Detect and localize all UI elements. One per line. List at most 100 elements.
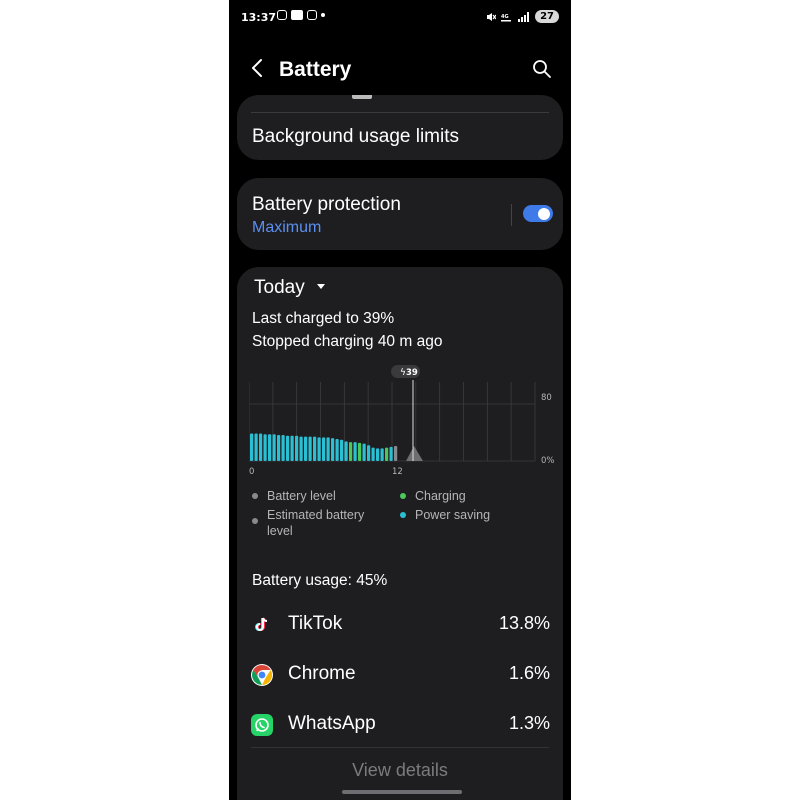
home-indicator[interactable] bbox=[342, 790, 462, 794]
battery-level-bar bbox=[263, 434, 267, 461]
tiktok-icon bbox=[255, 617, 268, 631]
clipped-item-remnant bbox=[352, 95, 372, 99]
battery-level-bar bbox=[268, 434, 272, 461]
battery-protection-label: Battery protection bbox=[252, 194, 401, 215]
current-level-value: 39 bbox=[406, 368, 418, 378]
charging-bar bbox=[349, 442, 353, 461]
ebay-icon bbox=[291, 10, 303, 20]
legend-dot-icon bbox=[252, 518, 258, 524]
app-row-whatsapp[interactable]: WhatsApp 1.3% bbox=[251, 711, 550, 741]
legend-estimated: Estimated battery level bbox=[252, 507, 382, 539]
signal-bars-icon bbox=[518, 11, 530, 22]
legend-dot-icon bbox=[400, 512, 406, 518]
mute-icon bbox=[487, 12, 497, 21]
battery-level-bar bbox=[326, 437, 330, 461]
legend-battery-level: Battery level bbox=[252, 488, 387, 504]
battery-level-bar bbox=[340, 439, 344, 461]
divider bbox=[251, 747, 549, 748]
charging-bar bbox=[358, 442, 362, 461]
app-name: WhatsApp bbox=[288, 713, 376, 734]
battery-level-bar bbox=[380, 448, 384, 461]
chart-bars bbox=[250, 433, 398, 461]
legend-power-saving: Power saving bbox=[400, 507, 535, 523]
legend-charging: Charging bbox=[400, 488, 535, 504]
battery-level-bar bbox=[295, 435, 299, 461]
x-tick-label: 12 bbox=[392, 467, 403, 477]
legend-label: Power saving bbox=[415, 508, 491, 522]
legend-label: Estimated battery level bbox=[267, 508, 365, 538]
estimated-level-marker bbox=[406, 446, 423, 461]
background-usage-limits-label: Background usage limits bbox=[252, 126, 459, 147]
phone-screen: 13:37 4G 27 Battery Background usage lim… bbox=[229, 0, 571, 800]
battery-usage-chart: ϟ 39 80 0% 0 12 bbox=[249, 365, 555, 477]
page-title: Battery bbox=[279, 58, 352, 81]
x-tick-label: 0 bbox=[249, 467, 254, 477]
stopped-charging-text: Stopped charging 40 m ago bbox=[252, 333, 443, 350]
battery-level-bar bbox=[250, 433, 254, 461]
app-percent: 1.6% bbox=[508, 663, 550, 683]
battery-protection-toggle[interactable] bbox=[523, 205, 553, 222]
app-name: Chrome bbox=[288, 663, 356, 684]
signal-4g-icon: 4G bbox=[501, 14, 512, 21]
app-row-tiktok[interactable]: TikTok 13.8% bbox=[251, 611, 550, 641]
battery-usage-title: Battery usage: 45% bbox=[252, 572, 388, 589]
battery-level-bar bbox=[322, 437, 326, 461]
view-details-button[interactable]: View details bbox=[237, 760, 563, 781]
battery-level-bar bbox=[281, 435, 285, 461]
app-row-chrome[interactable]: Chrome 1.6% bbox=[251, 661, 550, 691]
battery-level-bar bbox=[353, 442, 357, 461]
app-percent: 13.8% bbox=[498, 613, 550, 633]
battery-level-bar bbox=[259, 433, 263, 461]
battery-usage-card: Today Last charged to 39% Stopped chargi… bbox=[237, 267, 563, 800]
period-dropdown[interactable]: Today bbox=[254, 277, 305, 299]
battery-level-bar bbox=[286, 435, 290, 461]
notification-icons bbox=[277, 10, 325, 20]
battery-level-bar bbox=[331, 438, 335, 461]
battery-level-bar bbox=[371, 447, 375, 461]
legend-label: Battery level bbox=[267, 489, 336, 503]
y-tick-label: 0% bbox=[541, 456, 555, 466]
battery-level-bar bbox=[290, 435, 294, 461]
back-icon[interactable] bbox=[247, 56, 269, 80]
battery-protection-value: Maximum bbox=[252, 219, 322, 236]
legend-label: Charging bbox=[415, 489, 466, 503]
divider bbox=[251, 112, 549, 113]
battery-level-bar bbox=[335, 438, 339, 461]
toggle-knob bbox=[538, 207, 550, 220]
vertical-divider bbox=[511, 204, 512, 226]
battery-level-bar bbox=[317, 437, 321, 461]
battery-level-bar bbox=[389, 446, 393, 461]
battery-level-bar bbox=[367, 445, 371, 461]
battery-level-bar bbox=[254, 433, 258, 461]
status-bar: 13:37 4G 27 bbox=[229, 0, 571, 36]
battery-protection-card[interactable]: Battery protection Maximum bbox=[237, 178, 563, 250]
background-usage-card[interactable]: Background usage limits bbox=[237, 95, 563, 160]
app-percent: 1.3% bbox=[508, 713, 550, 733]
search-icon[interactable] bbox=[531, 58, 553, 80]
legend-dot-icon bbox=[252, 493, 258, 499]
battery-level-bar bbox=[304, 436, 308, 461]
whatsapp-icon bbox=[251, 714, 273, 736]
battery-level-bar bbox=[344, 441, 348, 461]
battery-level-bar bbox=[362, 443, 366, 461]
battery-level-bar bbox=[299, 436, 303, 461]
battery-level-bar bbox=[277, 435, 281, 461]
charging-bar bbox=[385, 447, 389, 461]
battery-level-bar bbox=[308, 436, 312, 461]
app-name: TikTok bbox=[288, 613, 343, 634]
y-tick-label: 80 bbox=[541, 393, 552, 403]
battery-level-bar bbox=[394, 446, 398, 461]
status-right: 4G 27 bbox=[486, 10, 559, 23]
app-bar: Battery bbox=[229, 50, 571, 90]
battery-level-bar bbox=[313, 436, 317, 461]
last-charged-text: Last charged to 39% bbox=[252, 310, 395, 327]
screenshot-icon bbox=[307, 10, 317, 20]
dropdown-caret-icon[interactable] bbox=[317, 284, 325, 289]
status-time: 13:37 bbox=[241, 11, 277, 24]
battery-indicator: 27 bbox=[535, 10, 559, 23]
battery-level-bar bbox=[272, 434, 276, 461]
battery-level-bar bbox=[376, 448, 380, 461]
chrome-icon bbox=[251, 664, 273, 686]
instagram-icon bbox=[277, 10, 287, 20]
legend-dot-icon bbox=[400, 493, 406, 499]
